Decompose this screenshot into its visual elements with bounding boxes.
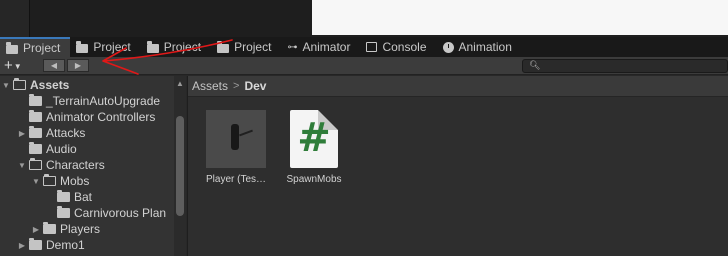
- character-figure-icon: [231, 124, 239, 150]
- folder-icon: [29, 142, 42, 154]
- scrollbar-thumb[interactable]: [176, 116, 184, 216]
- expanded-arrow-icon[interactable]: ▼: [32, 177, 40, 186]
- asset-player-prefab[interactable]: Player (Tes…: [200, 110, 272, 185]
- tree-item-label: Mobs: [60, 174, 90, 188]
- tree-item-players[interactable]: ▶ Players: [0, 221, 174, 237]
- folder-tree: ▼ Assets _TerrainAutoUpgrade Animator Co…: [0, 76, 186, 256]
- tree-item-carnivorous-plan[interactable]: Carnivorous Plan: [0, 205, 174, 221]
- tab-console[interactable]: Console: [360, 37, 436, 57]
- asset-spawnmobs-script[interactable]: # SpawnMobs: [278, 110, 350, 185]
- tree-item-attacks[interactable]: ▶ Attacks: [0, 125, 174, 141]
- expanded-arrow-icon[interactable]: ▼: [2, 81, 10, 90]
- tree-item-label: Animator Controllers: [46, 110, 156, 124]
- scene-view-area: [0, 0, 728, 37]
- tab-project-2[interactable]: Project: [70, 37, 140, 57]
- tree-item-label: Audio: [46, 142, 77, 156]
- folder-icon: [217, 40, 230, 53]
- add-asset-button[interactable]: +▼: [4, 58, 32, 74]
- tree-item-label: Assets: [30, 78, 70, 92]
- scene-viewport[interactable]: [312, 0, 728, 35]
- folder-open-icon: [43, 174, 56, 186]
- prefab-thumbnail: [206, 110, 266, 168]
- tab-project-1[interactable]: Project: [0, 37, 71, 57]
- tree-item-label: _TerrainAutoUpgrade: [46, 94, 161, 108]
- tab-label: Project: [234, 40, 272, 54]
- tree-item-label: Bat: [74, 190, 93, 204]
- tree-item-terrainautoupgrade[interactable]: _TerrainAutoUpgrade: [0, 93, 174, 109]
- tree-item-bat[interactable]: Bat: [0, 189, 174, 205]
- asset-label: SpawnMobs: [286, 174, 342, 185]
- csharp-script-icon: #: [297, 115, 331, 161]
- breadcrumb-separator: >: [233, 80, 240, 92]
- animation-icon: [442, 41, 454, 53]
- window-tab-bar: Project Project Project Project ⊶ Animat…: [0, 37, 728, 57]
- tree-item-label: Carnivorous Plan: [74, 206, 167, 220]
- tab-label: Console: [382, 40, 427, 54]
- breadcrumb-root[interactable]: Assets: [192, 79, 228, 93]
- folder-open-icon: [13, 78, 26, 90]
- scroll-up-icon[interactable]: ▲: [176, 79, 184, 88]
- breadcrumb-current[interactable]: Dev: [244, 79, 266, 93]
- scene-side-strip: [0, 0, 30, 37]
- tab-project-4[interactable]: Project: [211, 37, 281, 57]
- tree-item-animator-controllers[interactable]: Animator Controllers: [0, 109, 174, 125]
- tab-animator[interactable]: ⊶ Animator: [281, 37, 360, 57]
- folder-icon: [29, 238, 42, 250]
- tree-item-label: Demo1: [46, 238, 85, 252]
- expanded-arrow-icon[interactable]: ▼: [18, 161, 26, 170]
- folder-icon: [6, 41, 18, 54]
- asset-browser: Assets > Dev Player (Tes… # SpawnMobs: [187, 76, 728, 256]
- asset-label: Player (Tes…: [205, 174, 266, 185]
- folder-icon: [76, 40, 89, 53]
- folder-icon: [29, 126, 42, 138]
- forward-button[interactable]: ▶: [67, 59, 89, 72]
- search-icon: 🔍︎: [529, 60, 541, 70]
- tree-item-label: Characters: [46, 158, 105, 172]
- tree-item-label: Players: [60, 222, 101, 236]
- tab-label: Animation: [458, 40, 512, 54]
- console-icon: [366, 42, 378, 52]
- tab-label: Animator: [302, 40, 351, 54]
- breadcrumb: Assets > Dev: [188, 76, 728, 97]
- tree-item-characters[interactable]: ▼ Characters: [0, 157, 174, 173]
- tree-item-mobs[interactable]: ▼ Mobs: [0, 173, 174, 189]
- folder-icon: [57, 206, 70, 218]
- folder-open-icon: [29, 158, 42, 170]
- tab-project-3[interactable]: Project: [141, 37, 211, 57]
- animator-icon: ⊶: [287, 41, 298, 53]
- collapsed-arrow-icon[interactable]: ▶: [18, 129, 26, 138]
- chevron-down-icon: ▼: [13, 61, 22, 71]
- project-toolbar: +▼ ◀ ▶ 🔍︎: [0, 57, 728, 75]
- folder-icon: [29, 94, 42, 106]
- tree-item-label: Attacks: [46, 126, 86, 140]
- collapsed-arrow-icon[interactable]: ▶: [32, 225, 40, 234]
- collapsed-arrow-icon[interactable]: ▶: [18, 241, 26, 250]
- tab-animation[interactable]: Animation: [437, 37, 522, 57]
- tab-label: Project: [93, 40, 131, 54]
- back-button[interactable]: ◀: [43, 59, 65, 72]
- folder-icon: [43, 222, 56, 234]
- folder-icon: [146, 40, 159, 53]
- folder-icon: [29, 110, 42, 122]
- folder-icon: [57, 190, 70, 202]
- add-label: +: [4, 57, 13, 74]
- tab-label: Project: [163, 40, 202, 54]
- tree-item-audio[interactable]: Audio: [0, 141, 174, 157]
- tree-item-assets[interactable]: ▼ Assets: [0, 77, 174, 93]
- tree-scrollbar[interactable]: ▲: [174, 76, 186, 256]
- script-thumbnail: #: [290, 110, 338, 168]
- tree-item-demo1[interactable]: ▶ Demo1: [0, 237, 174, 253]
- tab-label: Project: [23, 41, 61, 55]
- search-input[interactable]: 🔍︎: [522, 59, 728, 73]
